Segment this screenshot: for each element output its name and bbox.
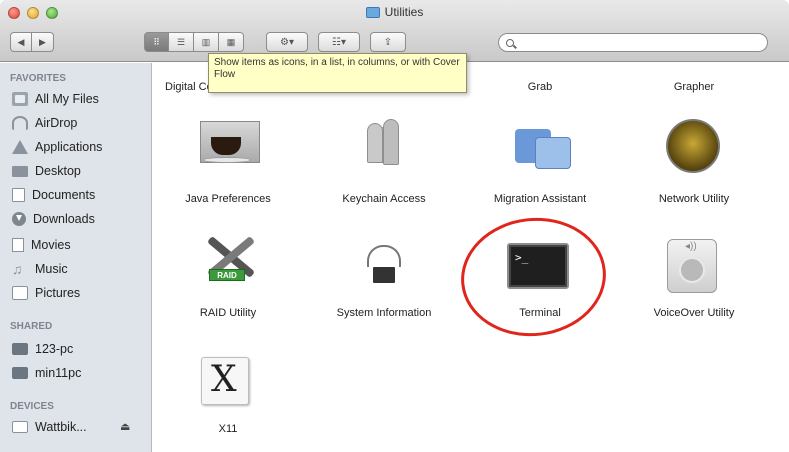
disk-icon — [12, 421, 28, 433]
sidebar-item-label: Music — [35, 262, 68, 276]
forward-button[interactable]: ▶ — [32, 32, 54, 52]
grid-item-label: Network Utility — [658, 193, 730, 205]
sidebar-item-label: AirDrop — [35, 116, 78, 130]
finder-window: Utilities ◀ ▶ ⠿ ☰ ▥ ▦ ⚙▾ ☷▾ ⇪ FAVORITES … — [0, 0, 789, 452]
sidebar-item-pictures[interactable]: Pictures — [12, 283, 80, 303]
sidebar-item-wattbik[interactable]: Wattbik... — [12, 417, 87, 437]
network-utility-icon — [666, 119, 720, 173]
utilities-folder-icon — [365, 6, 380, 18]
sidebar-item-music[interactable]: ♫ Music — [12, 259, 68, 279]
share-button[interactable]: ⇪ — [370, 32, 406, 52]
sidebar-item-airdrop[interactable]: AirDrop — [12, 113, 77, 133]
favorites-header: FAVORITES — [10, 73, 66, 84]
sidebar-item-label: Pictures — [35, 286, 81, 300]
grid-item-voiceover-utility[interactable]: ◂)) VoiceOver Utility — [619, 231, 769, 331]
desktop-icon — [12, 165, 28, 177]
grid-item-label: VoiceOver Utility — [653, 307, 735, 319]
grid-item-x11[interactable]: X X11 — [153, 347, 303, 447]
view-list-button[interactable]: ☰ — [169, 32, 194, 52]
raid-tag-label: RAID — [217, 271, 237, 280]
sidebar-item-label: Applications — [35, 140, 103, 154]
grid-item-keychain-access[interactable]: Keychain Access — [309, 113, 459, 213]
sidebar-item-label: Wattbik... — [35, 420, 87, 434]
grid-item-system-information[interactable]: System Information — [309, 231, 459, 331]
key-icon — [367, 123, 383, 163]
chip-icon — [373, 267, 395, 283]
grid-item-label: System Information — [336, 307, 432, 319]
airdrop-icon — [12, 116, 28, 130]
x11-glyph: X — [211, 359, 237, 400]
sidebar-item-applications[interactable]: Applications — [12, 137, 102, 157]
grid-item-grapher[interactable]: Grapher — [619, 63, 769, 93]
raid-tag-icon: RAID — [209, 269, 245, 281]
view-icons-button[interactable]: ⠿ — [144, 32, 169, 52]
sidebar-item-label: Desktop — [35, 164, 81, 178]
shared-header: SHARED — [10, 321, 53, 332]
search-field[interactable] — [498, 33, 768, 52]
pc-icon — [12, 343, 28, 355]
movies-icon — [12, 238, 24, 252]
sidebar-item-movies[interactable]: Movies — [12, 235, 71, 255]
grid-item-label: Grapher — [673, 81, 715, 93]
sidebar-item-documents[interactable]: Documents — [12, 185, 95, 205]
sidebar-item-min11pc[interactable]: min11pc — [12, 363, 81, 383]
grid-item-label: Grab — [527, 81, 553, 93]
sidebar-item-label: 123-pc — [35, 342, 74, 356]
view-mode-group: ⠿ ☰ ▥ ▦ — [144, 32, 244, 52]
grid-item-grab[interactable]: Grab — [465, 63, 615, 93]
system-information-icon — [367, 245, 401, 267]
grid-item-label: X11 — [218, 423, 238, 435]
window-title: Utilities — [384, 5, 424, 19]
grid-item-label: Keychain Access — [342, 193, 426, 205]
grid-item-raid-utility[interactable]: RAID RAID Utility — [153, 231, 303, 331]
sidebar-item-downloads[interactable]: Downloads — [12, 209, 95, 229]
sidebar-item-all-my-files[interactable]: All My Files — [12, 89, 99, 109]
music-icon: ♫ — [12, 261, 23, 277]
action-gear-button[interactable]: ⚙▾ — [266, 32, 308, 52]
pc-icon — [12, 367, 28, 379]
sidebar-item-label: Movies — [31, 238, 71, 252]
back-button[interactable]: ◀ — [10, 32, 32, 52]
key-icon — [383, 119, 399, 165]
window-title-group: Utilities — [0, 5, 789, 19]
grid-item-label: Migration Assistant — [493, 193, 587, 205]
applications-icon — [12, 140, 28, 154]
grid-item-java-preferences[interactable]: Java Preferences — [153, 113, 303, 213]
grid-item-label: RAID Utility — [199, 307, 257, 319]
finder-face-icon — [535, 137, 571, 169]
all-my-files-icon — [12, 92, 28, 106]
sidebar-item-label: All My Files — [35, 92, 99, 106]
grid-item-network-utility[interactable]: Network Utility — [619, 113, 769, 213]
arrange-button[interactable]: ☷▾ — [318, 32, 360, 52]
sidebar-item-label: min11pc — [35, 366, 82, 380]
grid-item-migration-assistant[interactable]: Migration Assistant — [465, 113, 615, 213]
devices-header: DEVICES — [10, 401, 54, 412]
grid-item-label: Java Preferences — [185, 193, 271, 205]
coffee-cup-icon — [211, 137, 241, 155]
sidebar-item-desktop[interactable]: Desktop — [12, 161, 81, 181]
eject-icon[interactable]: ⏏ — [120, 420, 130, 433]
sidebar-item-label: Downloads — [33, 212, 95, 226]
sound-wave-icon: ◂)) — [685, 241, 697, 252]
accessibility-figure-icon — [679, 257, 705, 283]
search-icon — [506, 38, 514, 47]
documents-icon — [12, 188, 25, 202]
saucer-icon — [203, 157, 251, 163]
sidebar-item-123-pc[interactable]: 123-pc — [12, 339, 73, 359]
sidebar-item-label: Documents — [32, 188, 96, 202]
view-mode-tooltip: Show items as icons, in a list, in colum… — [208, 53, 467, 93]
search-input[interactable] — [522, 36, 752, 49]
back-forward-group: ◀ ▶ — [10, 32, 54, 52]
pictures-icon — [12, 286, 28, 300]
sidebar: FAVORITES All My Files AirDrop Applicati… — [0, 63, 152, 452]
view-columns-button[interactable]: ▥ — [194, 32, 219, 52]
downloads-icon — [12, 212, 26, 226]
view-coverflow-button[interactable]: ▦ — [219, 32, 244, 52]
